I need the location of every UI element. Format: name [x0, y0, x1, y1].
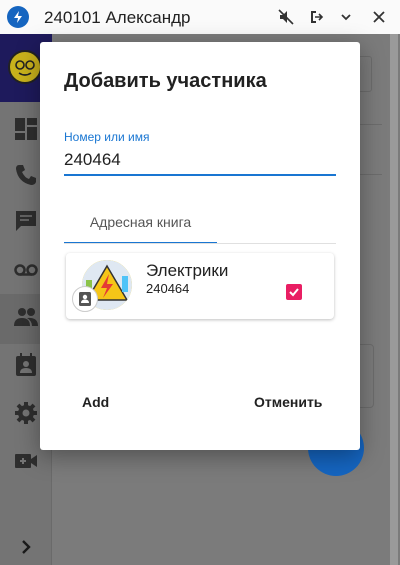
- settings-icon[interactable]: [13, 400, 39, 426]
- cancel-button[interactable]: Отменить: [254, 394, 322, 410]
- logout-icon[interactable]: [304, 6, 328, 28]
- add-button[interactable]: Add: [82, 394, 109, 410]
- tab-divider: [64, 243, 336, 244]
- dashboard-icon[interactable]: [13, 116, 39, 142]
- chevron-down-icon[interactable]: [334, 6, 358, 28]
- voicemail-icon[interactable]: [13, 256, 39, 282]
- close-icon[interactable]: [367, 6, 391, 28]
- window-titlebar: 240101 Александр: [0, 0, 400, 34]
- number-or-name-input[interactable]: [64, 146, 336, 176]
- field-label: Номер или имя: [64, 130, 150, 144]
- contact-card[interactable]: Электрики 240464: [66, 253, 334, 319]
- tab-address-book[interactable]: Адресная книга: [64, 202, 217, 244]
- contact-book-icon: [72, 286, 98, 312]
- add-participant-dialog: Добавить участника Номер или имя Адресна…: [40, 42, 360, 450]
- chat-icon[interactable]: [13, 208, 39, 234]
- contact-number: 240464: [146, 281, 190, 296]
- calendar-contact-icon[interactable]: [13, 352, 39, 378]
- scrollbar[interactable]: [390, 34, 398, 565]
- video-icon[interactable]: [13, 448, 39, 474]
- phone-icon[interactable]: [13, 162, 39, 188]
- tab-label: Адресная книга: [89, 214, 192, 230]
- dialog-title: Добавить участника: [64, 70, 267, 92]
- mute-icon[interactable]: [274, 6, 298, 28]
- window-title: 240101 Александр: [44, 8, 191, 27]
- chevron-right-icon[interactable]: [13, 534, 39, 560]
- user-avatar-image: [8, 50, 42, 84]
- contact-checkbox[interactable]: [286, 284, 302, 300]
- contacts-icon[interactable]: [13, 304, 39, 330]
- lightning-icon: [7, 6, 29, 28]
- contact-name: Электрики: [146, 261, 229, 280]
